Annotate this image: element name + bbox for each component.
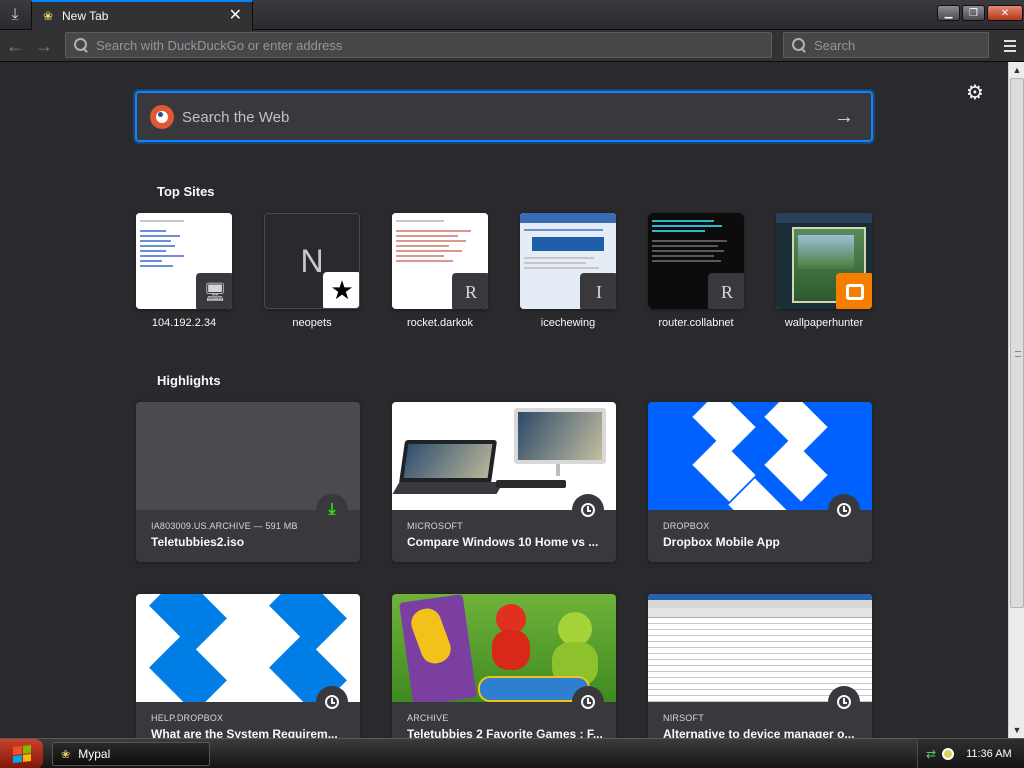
web-search-input[interactable] [182,103,802,131]
top-site-thumbnail [776,213,872,309]
star-icon: ★ [323,272,359,308]
top-site-label: 104.192.2.34 [151,317,217,329]
web-search-box[interactable]: → [135,91,873,142]
hamburger-menu-button[interactable] [998,34,1022,58]
highlight-title: Teletubbies2.iso [151,535,245,549]
search-submit-arrow-icon[interactable]: → [831,104,857,130]
highlight-source: NIRSOFT [663,713,704,723]
site-letter-badge: R [708,273,744,309]
site-letter-badge: R [452,273,488,309]
top-site-label: rocket.darkok [406,317,474,329]
highlight-card[interactable]: ARCHIVE Teletubbies 2 Favorite Games : F… [392,594,616,738]
blogger-icon [836,273,872,309]
highlight-source: HELP.DROPBOX [151,713,224,723]
tile-letter: N [300,242,324,279]
address-bar[interactable] [65,32,772,58]
highlight-source: IA803009.US.ARCHIVE — 591 MB [151,521,298,531]
tab-close-icon[interactable]: ✕ [229,7,242,25]
taskbar-app-button[interactable]: ❀ Mypal [52,742,210,766]
mypal-icon: ❀ [61,748,71,761]
top-site-label: neopets [292,317,332,329]
gear-icon[interactable]: ⚙ [966,80,984,105]
top-site-thumbnail: R [648,213,744,309]
back-button[interactable]: ← [3,34,27,58]
address-input[interactable] [96,37,771,53]
navigation-toolbar: ← → [0,30,1024,62]
highlight-card[interactable]: DROPBOX Dropbox Mobile App [648,402,872,562]
tab-title: New Tab [62,9,109,23]
computer-icon: 🖥 [196,273,232,309]
top-sites-heading: Top Sites [157,184,215,199]
scroll-down-arrow-icon[interactable]: ▼ [1009,722,1024,738]
highlight-title: Teletubbies 2 Favorite Games : F... [407,727,603,738]
highlights-heading: Highlights [157,373,221,388]
download-icon: ⤓ [11,6,19,23]
top-site[interactable]: R rocket.darkok [392,213,488,329]
search-icon [74,38,88,52]
clock-icon [316,686,348,718]
search-icon [792,38,806,52]
highlight-source: DROPBOX [663,521,710,531]
forward-button[interactable]: → [32,34,56,58]
close-window-button[interactable]: ✕ [987,5,1023,21]
clock-icon [572,494,604,526]
highlight-card[interactable]: ⤓ IA803009.US.ARCHIVE — 591 MB Teletubbi… [136,402,360,562]
search-input[interactable] [814,37,988,53]
site-letter-badge: I [580,273,616,309]
top-site[interactable]: R router.collabnet [648,213,744,329]
vertical-scrollbar[interactable]: ▲ ▼ [1008,62,1024,738]
top-site-label: wallpaperhunter [784,317,864,329]
clock-icon [572,686,604,718]
arrow-left-icon: ← [6,35,24,56]
highlight-card[interactable]: HELP.DROPBOX What are the System Require… [136,594,360,738]
downloads-button[interactable]: ⤓ [0,0,30,30]
top-site[interactable]: I icechewing [520,213,616,329]
top-site[interactable]: N ★ neopets [264,213,360,329]
highlight-title: Dropbox Mobile App [663,535,780,549]
start-button[interactable] [0,739,43,768]
scroll-up-arrow-icon[interactable]: ▲ [1009,62,1024,78]
tab-new-tab[interactable]: ❀ New Tab ✕ [31,0,253,30]
clock[interactable]: 11:36 AM [966,748,1012,760]
minimize-button[interactable]: ▁ [937,5,960,21]
duckduckgo-logo-icon [150,105,174,129]
top-site-thumbnail: I [520,213,616,309]
system-tray: ⇄ 11:36 AM [917,739,1024,768]
highlight-title: What are the System Requirem... [151,727,338,738]
taskbar-app-label: Mypal [78,747,111,761]
top-site-thumbnail: R [392,213,488,309]
new-tab-page: ⚙ → Top Sites 🖥 104.192.2.34 N [0,62,1008,738]
highlight-title: Alternative to device manager o... [663,727,855,738]
highlight-card[interactable]: NIRSOFT Alternative to device manager o.… [648,594,872,738]
mypal-icon: ❀ [42,9,54,23]
windows-logo-icon [12,745,31,763]
top-site-label: icechewing [540,317,596,329]
maximize-button[interactable]: ❐ [962,5,985,21]
taskbar: ❀ Mypal ⇄ 11:36 AM [0,738,1024,768]
top-site-label: router.collabnet [658,317,734,329]
search-bar[interactable] [783,32,989,58]
highlight-title: Compare Windows 10 Home vs ... [407,535,599,549]
volume-icon[interactable] [942,748,955,760]
highlight-card[interactable]: MICROSOFT Compare Windows 10 Home vs ... [392,402,616,562]
title-bar: ⤓ ❀ New Tab ✕ ▁ ❐ ✕ [0,0,1024,30]
top-site-thumbnail: N ★ [264,213,360,309]
highlight-source: MICROSOFT [407,521,463,531]
download-icon: ⤓ [316,494,348,526]
network-icon[interactable]: ⇄ [926,747,936,761]
top-site[interactable]: 🖥 104.192.2.34 [136,213,232,329]
top-site[interactable]: wallpaperhunter [776,213,872,329]
clock-icon [828,686,860,718]
clock-icon [828,494,860,526]
scrollbar-thumb[interactable] [1010,78,1024,608]
arrow-right-icon: → [35,35,53,56]
highlight-source: ARCHIVE [407,713,449,723]
top-site-thumbnail: 🖥 [136,213,232,309]
